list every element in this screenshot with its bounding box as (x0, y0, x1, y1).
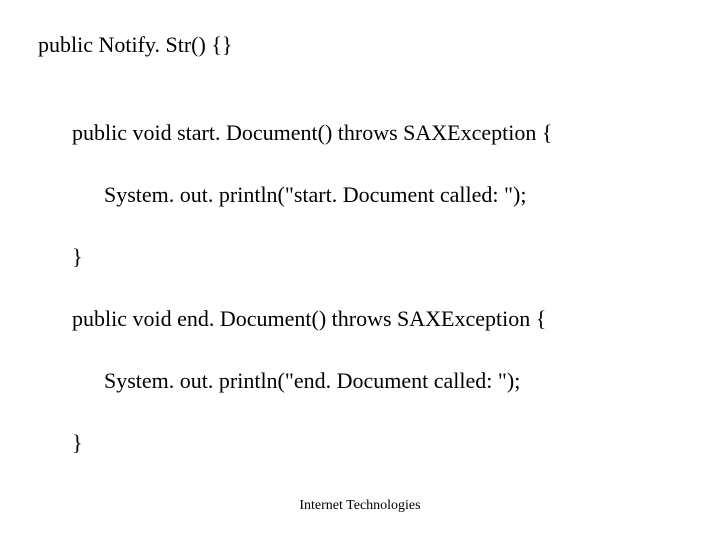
slide: public Notify. Str() {} public void star… (0, 0, 720, 540)
code-line-constructor: public Notify. Str() {} (38, 32, 232, 58)
code-line-startdoc-signature: public void start. Document() throws SAX… (72, 120, 552, 146)
code-line-startdoc-body: System. out. println("start. Document ca… (104, 182, 526, 208)
code-line-enddoc-signature: public void end. Document() throws SAXEx… (72, 306, 546, 332)
code-line-enddoc-close: } (72, 430, 83, 456)
code-line-enddoc-body: System. out. println("end. Document call… (104, 368, 520, 394)
code-line-startdoc-close: } (72, 244, 83, 270)
slide-footer: Internet Technologies (0, 498, 720, 514)
